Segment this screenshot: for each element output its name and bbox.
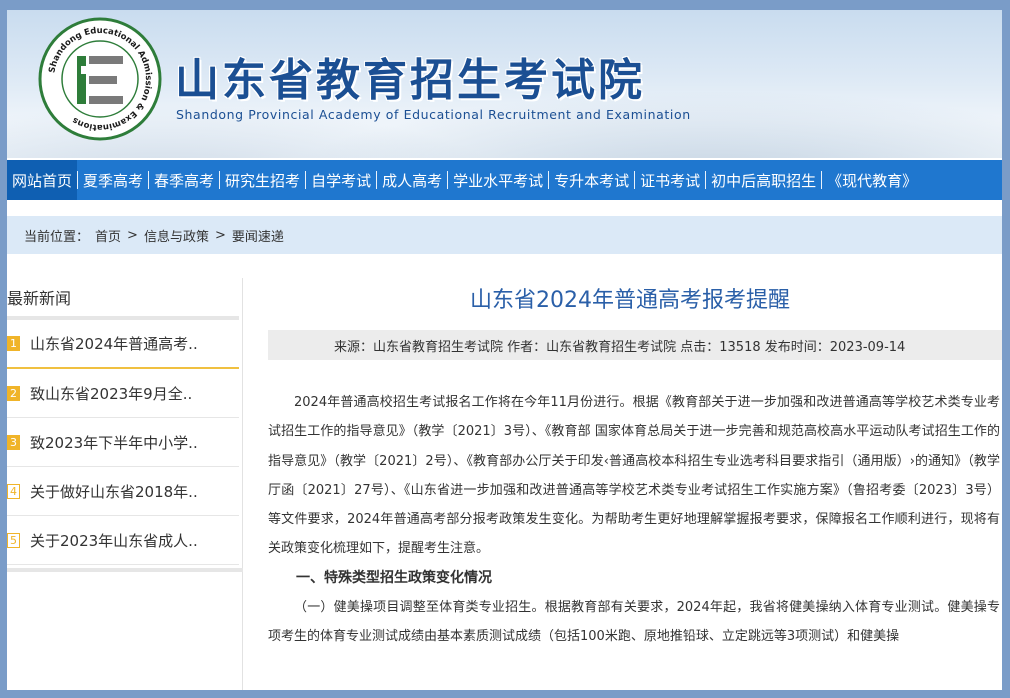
sidebar-divider xyxy=(7,568,243,572)
breadcrumb-prefix: 当前位置： xyxy=(24,229,90,245)
news-link[interactable]: 关于2023年山东省成人.. xyxy=(30,530,198,551)
news-list: 1 山东省2024年普通高考.. 2 致山东省2023年9月全.. 3 致202… xyxy=(7,320,242,565)
article: 山东省2024年普通高考报考提醒 来源：山东省教育招生考试院 作者：山东省教育招… xyxy=(250,278,1002,690)
nav-divider xyxy=(77,171,79,189)
breadcrumb-news[interactable]: 要闻速递 xyxy=(232,226,284,245)
article-title: 山东省2024年普通高考报考提醒 xyxy=(470,288,790,313)
nav-divider xyxy=(705,171,707,189)
news-list-item[interactable]: 1 山东省2024年普通高考.. xyxy=(7,320,239,369)
article-paragraph: （一）健美操项目调整至体育类专业招生。根据教育部有关要求，2024年起，我省将健… xyxy=(268,600,1000,645)
nav-divider xyxy=(219,171,221,189)
site-subtitle: Shandong Provincial Academy of Education… xyxy=(176,107,691,122)
nav-academic-proficiency[interactable]: 学业水平考试 xyxy=(448,160,548,200)
nav-home[interactable]: 网站首页 xyxy=(7,160,78,200)
nav-divider xyxy=(548,171,550,189)
rank-badge: 5 xyxy=(7,532,20,548)
news-link[interactable]: 关于做好山东省2018年.. xyxy=(30,481,198,502)
article-paragraph: 2024年普通高校招生考试报名工作将在今年11月份进行。根据《教育部关于进一步加… xyxy=(268,395,1000,557)
nav-graduate-exam[interactable]: 研究生招考 xyxy=(220,160,305,200)
logo-emblem-icon: Shandong Educational Admission & Examina… xyxy=(38,17,162,141)
nav-divider xyxy=(305,171,307,189)
nav-upgrade-exam[interactable]: 专升本考试 xyxy=(549,160,634,200)
news-list-item[interactable]: 5 关于2023年山东省成人.. xyxy=(7,516,239,565)
main-nav: 网站首页 夏季高考 春季高考 研究生招考 自学考试 成人高考 学业水平考试 专升… xyxy=(7,160,1002,200)
news-link[interactable]: 山东省2024年普通高考.. xyxy=(30,333,198,354)
breadcrumb-policy[interactable]: 信息与政策 xyxy=(144,226,209,245)
rank-badge: 3 xyxy=(7,434,20,450)
nav-divider xyxy=(447,171,449,189)
sidebar: 最新新闻 1 山东省2024年普通高考.. 2 致山东省2023年9月全.. 3… xyxy=(7,278,243,690)
breadcrumb-home[interactable]: 首页 xyxy=(95,226,121,245)
rank-badge: 2 xyxy=(7,385,20,401)
nav-modern-education[interactable]: 《现代教育》 xyxy=(822,160,922,200)
article-body: 2024年普通高校招生考试报名工作将在今年11月份进行。根据《教育部关于进一步加… xyxy=(268,388,1000,652)
page-frame: Shandong Educational Admission & Examina… xyxy=(7,10,1002,690)
breadcrumb: 当前位置： 首页 > 信息与政策 > 要闻速递 xyxy=(7,216,1002,254)
nav-certificate-exam[interactable]: 证书考试 xyxy=(635,160,705,200)
nav-adult-gaokao[interactable]: 成人高考 xyxy=(377,160,447,200)
news-link[interactable]: 致山东省2023年9月全.. xyxy=(30,383,192,404)
sidebar-heading: 最新新闻 xyxy=(7,278,239,320)
site-title: 山东省教育招生考试院 xyxy=(175,55,645,106)
news-list-item[interactable]: 3 致2023年下半年中小学.. xyxy=(7,418,239,467)
news-list-item[interactable]: 4 关于做好山东省2018年.. xyxy=(7,467,239,516)
rank-badge: 1 xyxy=(7,336,20,351)
nav-divider xyxy=(821,171,823,189)
section-heading: 一、特殊类型招生政策变化情况 xyxy=(296,569,492,586)
nav-vocational-admission[interactable]: 初中后高职招生 xyxy=(706,160,821,200)
nav-divider xyxy=(376,171,378,189)
logo[interactable]: Shandong Educational Admission & Examina… xyxy=(37,16,163,142)
article-meta: 来源：山东省教育招生考试院 作者：山东省教育招生考试院 点击：13518 发布时… xyxy=(268,330,1002,360)
news-list-item[interactable]: 2 致山东省2023年9月全.. xyxy=(7,369,239,418)
breadcrumb-separator: > xyxy=(127,227,138,243)
breadcrumb-separator: > xyxy=(214,227,226,243)
header-banner: Shandong Educational Admission & Examina… xyxy=(7,10,1002,158)
nav-divider xyxy=(634,171,636,189)
nav-summer-gaokao[interactable]: 夏季高考 xyxy=(78,160,148,200)
nav-divider xyxy=(148,171,150,189)
nav-self-study-exam[interactable]: 自学考试 xyxy=(306,160,376,200)
nav-spring-gaokao[interactable]: 春季高考 xyxy=(149,160,219,200)
news-link[interactable]: 致2023年下半年中小学.. xyxy=(30,432,198,453)
rank-badge: 4 xyxy=(7,483,20,499)
